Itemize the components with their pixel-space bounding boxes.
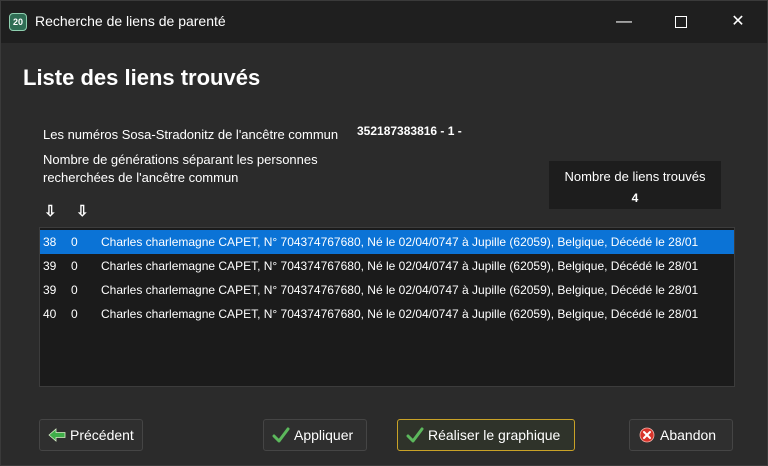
list-item[interactable]: 39 0 Charles charlemagne CAPET, N° 70437… <box>40 278 734 302</box>
list-item-description: Charles charlemagne CAPET, N° 7043747676… <box>101 283 699 297</box>
page-title: Liste des liens trouvés <box>23 65 261 90</box>
list-item[interactable]: 39 0 Charles charlemagne CAPET, N° 70437… <box>40 254 734 278</box>
links-count-label: Nombre de liens trouvés <box>564 169 706 184</box>
list-item-generation-2: 0 <box>71 307 78 321</box>
list-item[interactable]: 38 0 Charles charlemagne CAPET, N° 70437… <box>40 230 734 254</box>
previous-button-label: Précédent <box>70 427 134 443</box>
arrow-left-icon <box>48 428 66 442</box>
links-list[interactable]: 38 0 Charles charlemagne CAPET, N° 70437… <box>39 227 735 387</box>
list-item-generation-2: 0 <box>71 283 78 297</box>
list-item[interactable]: 40 0 Charles charlemagne CAPET, N° 70437… <box>40 302 734 326</box>
close-button[interactable]: ✕ <box>715 1 761 43</box>
list-item-generation-1: 40 <box>43 307 57 321</box>
sort-down-arrow-icon[interactable]: ⇩ <box>76 202 89 220</box>
checkmark-icon <box>406 427 424 443</box>
sort-down-arrow-icon[interactable]: ⇩ <box>44 202 57 220</box>
maximize-icon <box>675 15 687 28</box>
list-item-generation-1: 38 <box>43 235 57 249</box>
window-title: Recherche de liens de parenté <box>35 13 226 29</box>
abort-button[interactable]: Abandon <box>629 419 733 451</box>
minimize-button[interactable]: — <box>601 1 647 43</box>
generations-label: Nombre de générations séparant les perso… <box>43 152 318 185</box>
list-item-generation-2: 0 <box>71 259 78 273</box>
list-item-generation-2: 0 <box>71 235 78 249</box>
list-item-description: Charles charlemagne CAPET, N° 7043747676… <box>101 235 699 249</box>
apply-button[interactable]: Appliquer <box>263 419 367 451</box>
previous-button[interactable]: Précédent <box>39 419 143 451</box>
cancel-icon <box>639 427 655 443</box>
make-graph-button-label: Réaliser le graphique <box>428 427 561 443</box>
abort-button-label: Abandon <box>660 427 717 443</box>
links-count-panel: Nombre de liens trouvés 4 <box>549 161 721 209</box>
list-item-generation-1: 39 <box>43 259 57 273</box>
list-item-description: Charles charlemagne CAPET, N° 7043747676… <box>101 259 699 273</box>
apply-button-label: Appliquer <box>294 427 354 443</box>
sosa-label: Les numéros Sosa-Stradonitz de l'ancêtre… <box>43 127 339 142</box>
links-count-value: 4 <box>631 191 639 205</box>
app-icon: 20 <box>9 13 27 31</box>
list-item-generation-1: 39 <box>43 283 57 297</box>
list-item-description: Charles charlemagne CAPET, N° 7043747676… <box>101 307 699 321</box>
make-graph-button[interactable]: Réaliser le graphique <box>397 419 575 451</box>
checkmark-icon <box>272 427 290 443</box>
dialog-window: 20 Recherche de liens de parenté — ✕ Lis… <box>0 0 768 466</box>
sosa-value: 352187383816 - 1 - <box>357 124 462 138</box>
maximize-button[interactable] <box>658 1 704 43</box>
title-bar: 20 Recherche de liens de parenté — ✕ <box>1 1 767 43</box>
